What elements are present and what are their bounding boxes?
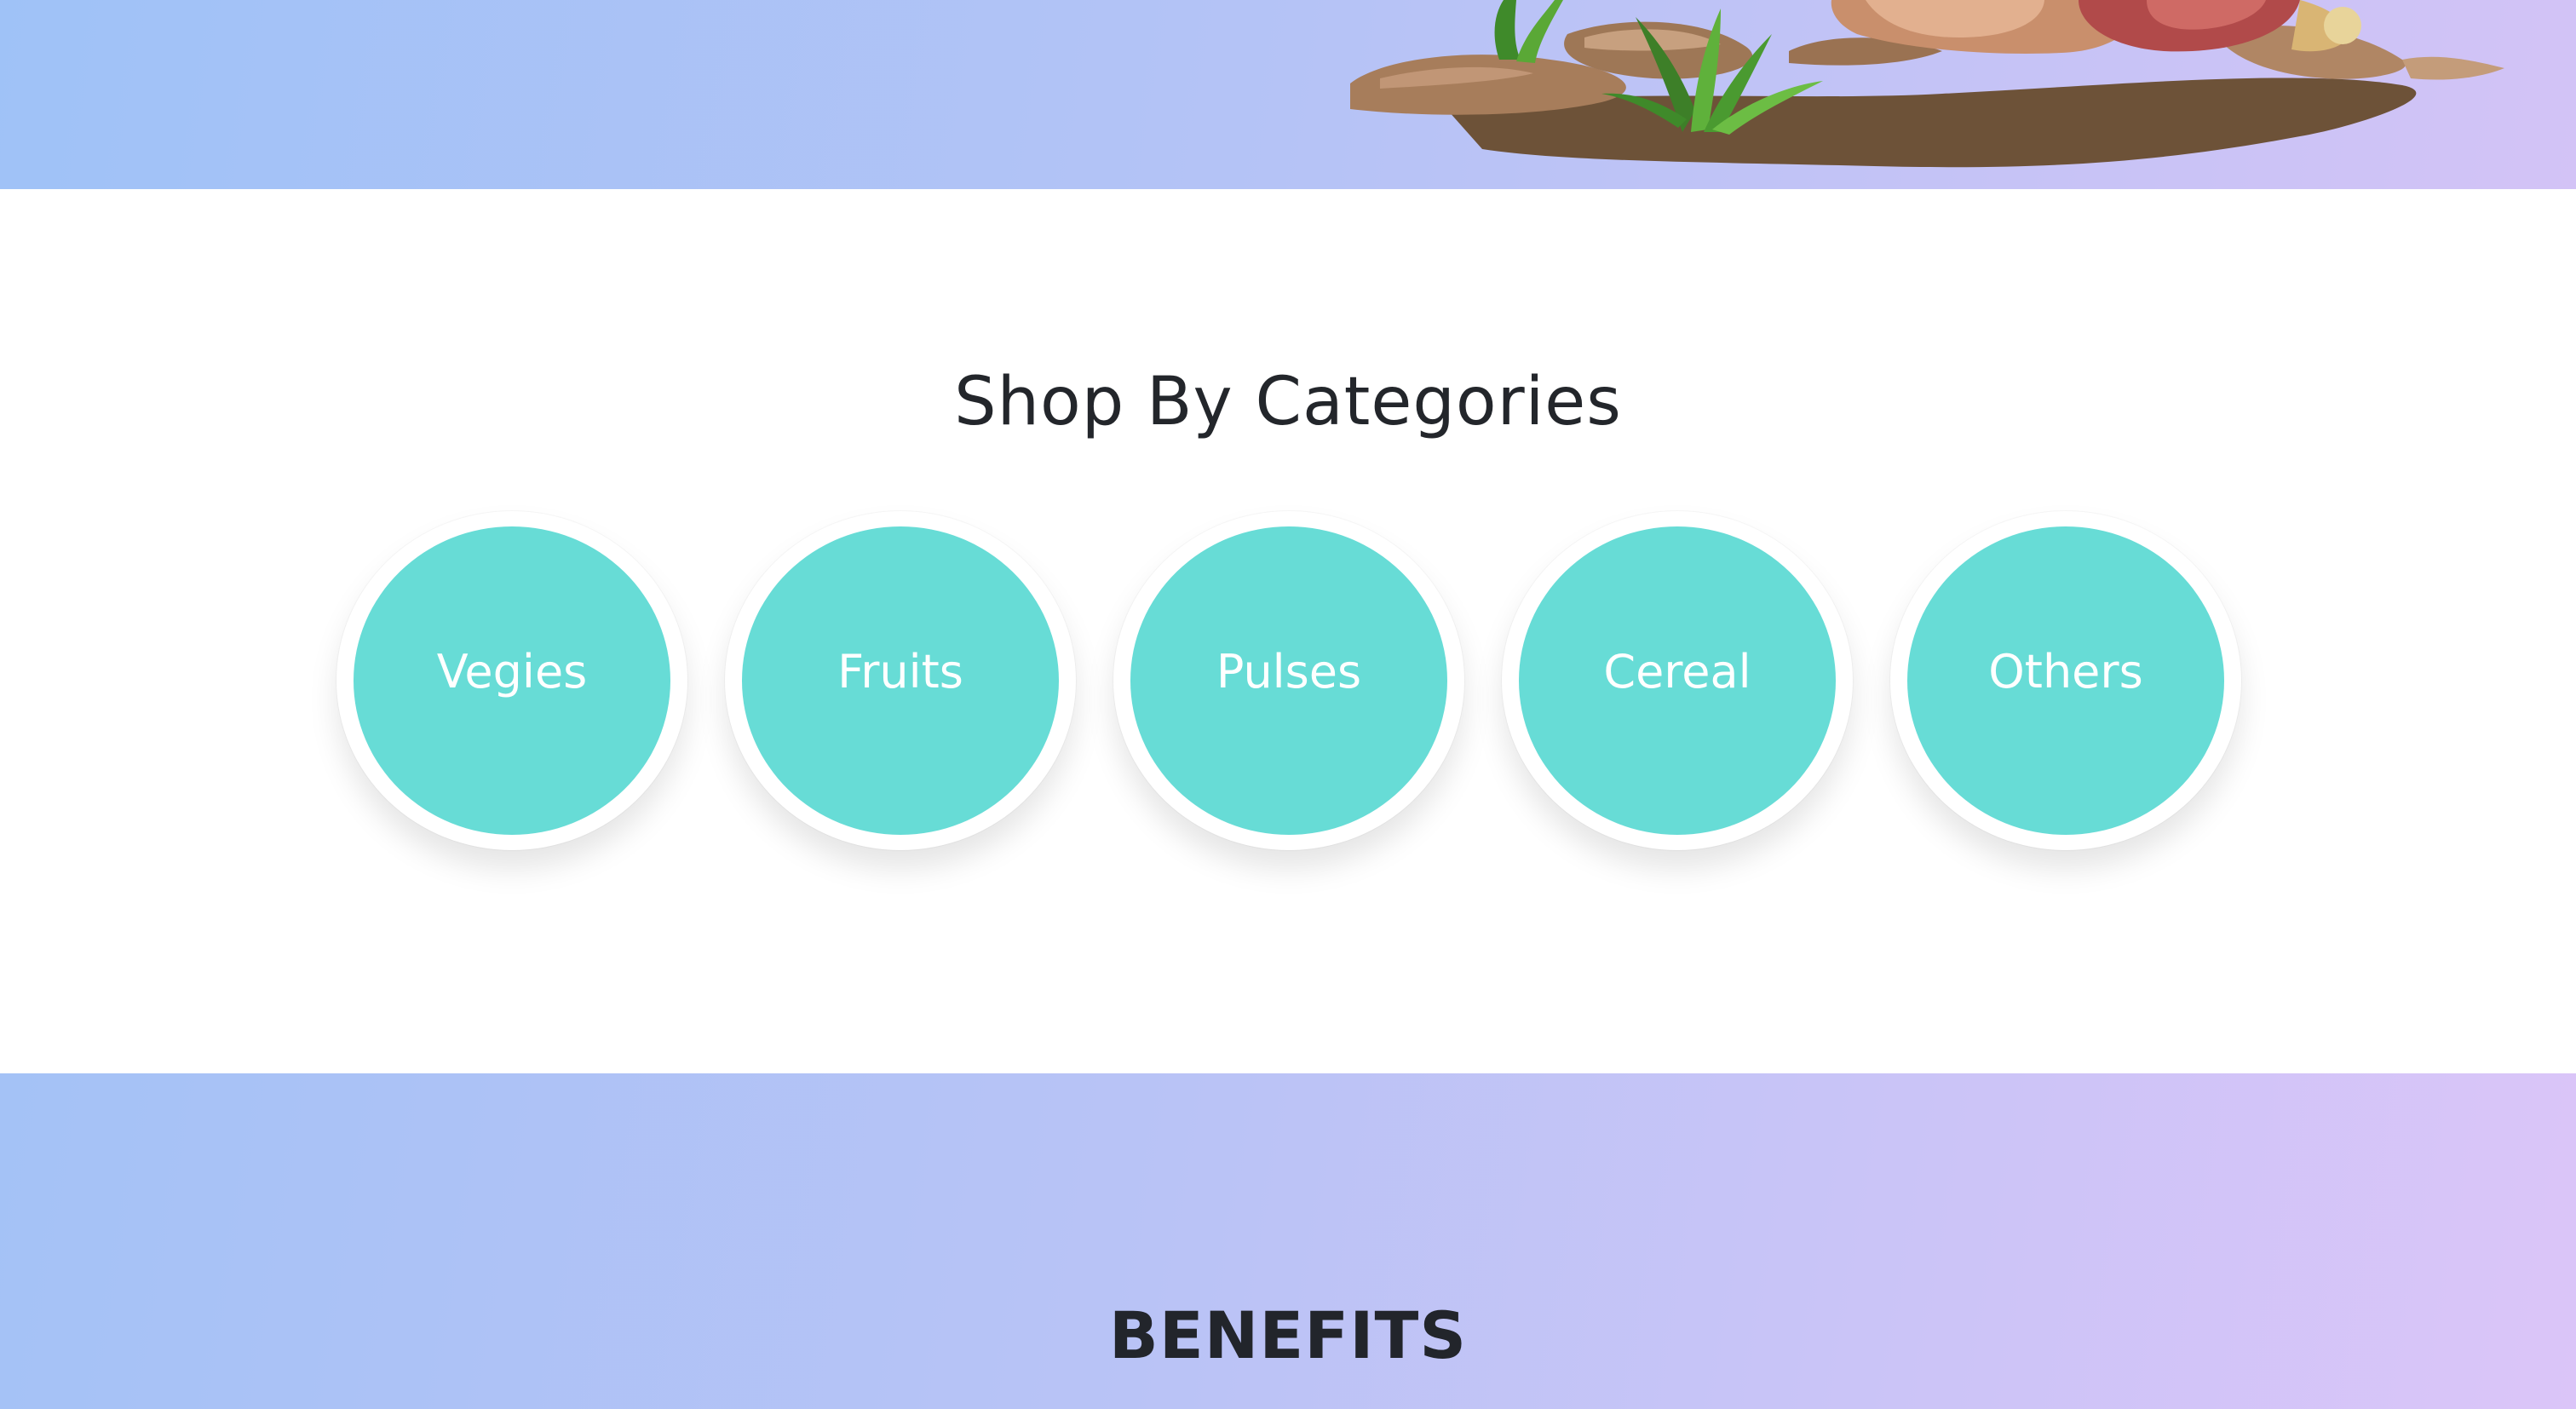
category-cereal[interactable]: Cereal (1502, 511, 1853, 850)
category-others[interactable]: Others (1890, 511, 2241, 850)
farmer-illustration (1350, 0, 2504, 168)
category-pulses[interactable]: Pulses (1113, 511, 1464, 850)
category-vegies[interactable]: Vegies (336, 511, 687, 850)
category-label: Pulses (1216, 644, 1362, 699)
category-circle[interactable]: Cereal (1519, 526, 1836, 835)
benefits-section: BENEFITS (0, 1073, 2576, 1409)
shop-by-categories-section: Shop By Categories Vegies Fruits Pulses … (0, 189, 2576, 1073)
category-circle[interactable]: Fruits (742, 526, 1059, 835)
category-fruits[interactable]: Fruits (725, 511, 1076, 850)
category-circle[interactable]: Vegies (354, 526, 670, 835)
category-circle[interactable]: Others (1907, 526, 2224, 835)
category-label: Others (1988, 644, 2143, 699)
category-label: Vegies (436, 644, 588, 699)
category-label: Fruits (837, 644, 963, 699)
section-title: Shop By Categories (954, 363, 1622, 440)
category-label: Cereal (1603, 644, 1751, 699)
hero-banner (0, 0, 2576, 189)
benefits-title: BENEFITS (1108, 1297, 1468, 1374)
category-circle[interactable]: Pulses (1130, 526, 1447, 835)
category-list: Vegies Fruits Pulses Cereal Others (0, 511, 2576, 869)
